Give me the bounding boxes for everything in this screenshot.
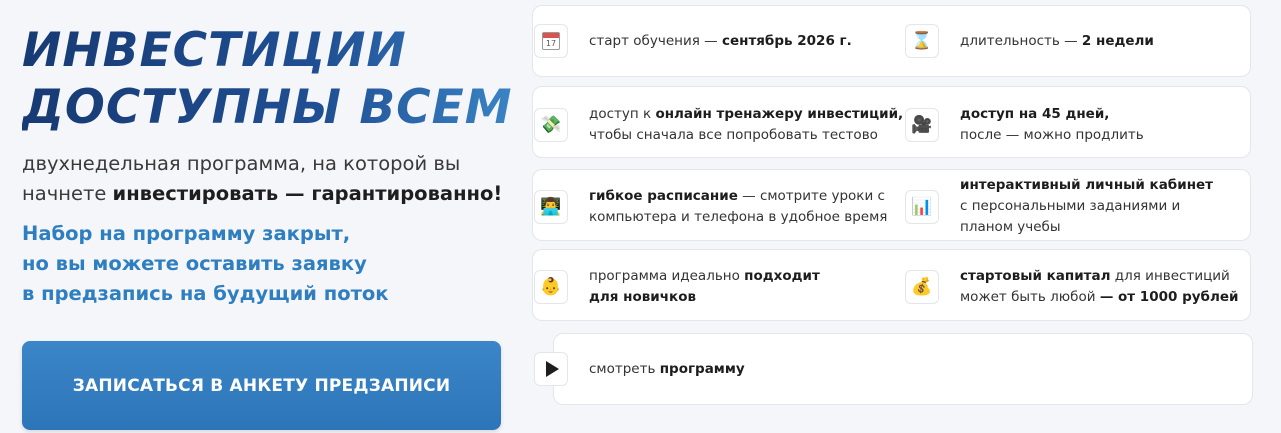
feature-simulator-text: доступ к онлайн тренажеру инвестиций, чт… <box>589 104 903 146</box>
title-line-1: ИНВЕСТИЦИИ <box>22 23 407 78</box>
feature-schedule: 👨‍💻 гибкое расписание — смотрите уроки с… <box>534 186 887 228</box>
hourglass-glyph: ⌛ <box>911 31 933 51</box>
feature-capital-text: стартовый капитал для инвестиций может б… <box>960 266 1238 308</box>
feature-access-text: доступ на 45 дней, после — можно продлит… <box>960 104 1144 146</box>
video-camera-glyph: 🎥 <box>911 115 933 135</box>
watch-program-link[interactable]: смотреть программу <box>534 352 745 386</box>
feature-beginners: 👶 программа идеально подходит для новичк… <box>534 266 820 308</box>
feature-simulator-pre: доступ к <box>589 106 656 122</box>
notice-line-3: в предзапись на будущий поток <box>22 282 389 305</box>
play-triangle <box>546 361 559 377</box>
baby-face-glyph: 👶 <box>540 277 562 297</box>
feature-start-text: старт обучения — сентябрь 2026 г. <box>589 31 852 52</box>
feature-duration: ⌛ длительность — 2 недели <box>905 24 1154 58</box>
feature-capital-line2-pre: может быть любой <box>960 289 1100 305</box>
feature-schedule-text: гибкое расписание — смотрите уроки с ком… <box>589 186 887 228</box>
feature-capital: 💰 стартовый капитал для инвестиций может… <box>905 266 1238 308</box>
bar-chart-glyph: 📊 <box>911 196 933 217</box>
subtitle-bold: инвестировать — гарантированно! <box>112 182 503 205</box>
feature-start: 17 старт обучения — сентябрь 2026 г. <box>534 24 852 58</box>
money-glyph: 💸 <box>540 115 562 135</box>
title-line-2: ДОСТУПНЫ ВСЕМ <box>22 80 513 135</box>
feature-duration-text: длительность — 2 недели <box>960 31 1154 52</box>
calendar-glyph: 17 <box>542 32 560 50</box>
feature-beginners-bold: подходит <box>744 268 820 284</box>
page-title: ИНВЕСТИЦИИ ДОСТУПНЫ ВСЕМ <box>22 22 522 136</box>
feature-simulator-bold: онлайн тренажеру инвестиций, <box>655 106 904 122</box>
bar-chart-icon: 📊 <box>905 189 939 224</box>
preregister-button[interactable]: ЗАПИСАТЬСЯ В АНКЕТУ ПРЕДЗАПИСИ <box>22 341 501 430</box>
calendar-day: 17 <box>545 39 557 48</box>
calendar-icon: 17 <box>534 24 568 58</box>
watch-program-text[interactable]: смотреть программу <box>589 359 745 380</box>
hero-left: ИНВЕСТИЦИИ ДОСТУПНЫ ВСЕМ двухнедельная п… <box>22 0 522 309</box>
feature-beginners-line2: для новичков <box>589 289 697 305</box>
feature-capital-line2-bold: — от 1000 рублей <box>1099 289 1239 305</box>
feature-cabinet: 📊 интерактивный личный кабинет с персона… <box>905 175 1213 238</box>
video-camera-icon: 🎥 <box>905 108 939 142</box>
feature-schedule-post: — смотрите уроки с <box>737 188 885 204</box>
feature-beginners-text: программа идеально подходит для новичков <box>589 266 820 308</box>
feature-schedule-bold: гибкое расписание <box>589 188 738 204</box>
feature-simulator-line2: чтобы сначала все попробовать тестово <box>589 127 878 143</box>
money-icon: 💸 <box>534 108 568 142</box>
feature-access-bold: доступ на 45 дней, <box>960 106 1110 122</box>
notice-line-2: но вы можете оставить заявку <box>22 252 367 275</box>
notice-line-1: Набор на программу закрыт, <box>22 222 351 245</box>
feature-cabinet-bold: интерактивный личный кабинет <box>960 177 1213 193</box>
feature-beginners-pre: программа идеально <box>589 268 745 284</box>
enrollment-notice: Набор на программу закрыт, но вы можете … <box>22 219 512 309</box>
feature-access-line2: после — можно продлить <box>960 127 1144 143</box>
feature-start-bold: сентябрь 2026 г. <box>721 32 852 49</box>
baby-face-icon: 👶 <box>534 270 568 304</box>
money-bag-icon: 💰 <box>905 270 939 304</box>
feature-cabinet-line3: планом учебы <box>960 219 1061 235</box>
money-bag-glyph: 💰 <box>911 277 933 297</box>
watch-program-pre: смотреть <box>589 360 660 377</box>
feature-start-pre: старт обучения — <box>589 32 722 49</box>
hourglass-icon: ⌛ <box>905 24 939 58</box>
feature-schedule-line2: компьютера и телефона в удобное время <box>589 209 888 225</box>
feature-duration-bold: 2 недели <box>1081 32 1154 49</box>
play-icon[interactable] <box>534 352 568 386</box>
feature-cabinet-text: интерактивный личный кабинет с персональ… <box>960 175 1213 238</box>
feature-capital-bold: стартовый капитал <box>960 268 1111 284</box>
laptop-user-icon: 👨‍💻 <box>534 190 568 224</box>
feature-access: 🎥 доступ на 45 дней, после — можно продл… <box>905 104 1144 146</box>
subtitle: двухнедельная программа, на которой вы н… <box>22 149 512 209</box>
feature-capital-post: для инвестиций <box>1110 268 1230 284</box>
laptop-user-glyph: 👨‍💻 <box>540 197 562 217</box>
feature-simulator: 💸 доступ к онлайн тренажеру инвестиций, … <box>534 104 903 146</box>
feature-cabinet-line2: с персональными заданиями и <box>960 198 1181 214</box>
feature-duration-pre: длительность — <box>960 32 1082 49</box>
watch-program-bold: программу <box>659 360 745 377</box>
